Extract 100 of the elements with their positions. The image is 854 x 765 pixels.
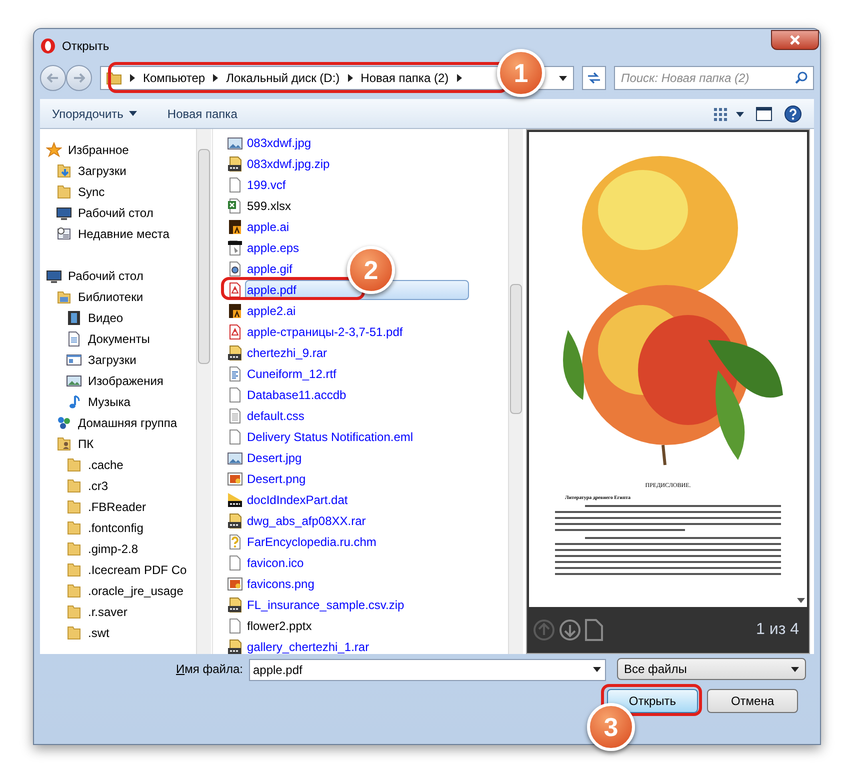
nav-item[interactable]: .swt xyxy=(88,624,110,642)
file-item[interactable]: 199.vcf xyxy=(245,174,287,194)
pdf-file-icon xyxy=(227,282,243,298)
preview-pane-icon[interactable] xyxy=(756,106,772,120)
nav-item[interactable]: Изображения xyxy=(88,372,164,390)
refresh-button[interactable] xyxy=(582,66,606,90)
file-item[interactable]: apple.eps xyxy=(245,238,300,258)
nav-item[interactable]: .Icecream PDF Co xyxy=(88,560,187,578)
file-item[interactable]: docIdIndexPart.dat xyxy=(245,490,349,510)
picture-icon xyxy=(66,372,82,388)
folder-icon xyxy=(66,478,82,494)
png-image-icon xyxy=(227,576,243,592)
file-type-dropdown[interactable]: Все файлы xyxy=(616,658,806,680)
rar-archive-icon xyxy=(227,512,243,528)
file-item[interactable]: apple2.ai xyxy=(245,300,297,320)
help-file-icon xyxy=(227,534,243,550)
file-item[interactable]: 083xdwf.jpg.zip xyxy=(245,154,331,174)
nav-item[interactable]: .oracle_jre_usage xyxy=(88,582,184,600)
page-counter: 1 из 4 xyxy=(756,620,799,640)
nav-item[interactable]: .gimp-2.8 xyxy=(88,540,138,558)
nav-item[interactable]: Рабочий стол xyxy=(78,204,154,222)
dropdown-arrow-icon xyxy=(559,76,567,80)
spreadsheet-file-icon xyxy=(227,198,243,214)
breadcrumb[interactable]: Локальный диск (D:) xyxy=(226,69,340,87)
nav-item[interactable]: Sync xyxy=(78,182,105,200)
folder-icon xyxy=(66,498,82,514)
user-folder-icon xyxy=(56,436,72,452)
breadcrumb-arrow-icon xyxy=(130,74,135,82)
file-item[interactable]: favicons.png xyxy=(245,574,316,594)
homegroup-icon xyxy=(56,414,72,430)
file-item[interactable]: Database11.accdb xyxy=(245,384,348,404)
nav-item[interactable]: Загрузки xyxy=(78,162,126,180)
file-item[interactable]: Cuneiform_12.rtf xyxy=(245,364,338,384)
file-item[interactable]: FL_insurance_sample.csv.zip xyxy=(245,594,406,614)
close-button[interactable] xyxy=(771,30,819,50)
file-item[interactable]: default.css xyxy=(245,406,306,426)
file-item[interactable]: Desert.png xyxy=(245,468,307,488)
file-name-field[interactable]: apple.pdf xyxy=(248,659,606,681)
file-item[interactable]: apple.gif xyxy=(245,258,294,278)
nav-item[interactable]: Музыка xyxy=(88,392,130,410)
view-options-icon[interactable] xyxy=(714,106,744,120)
file-item[interactable]: apple-страницы-2-3,7-51.pdf xyxy=(245,322,404,342)
file-item[interactable]: Desert.jpg xyxy=(245,448,303,468)
pdf-file-icon xyxy=(227,324,243,340)
dropdown-arrow-icon xyxy=(790,666,799,672)
file-icon xyxy=(227,386,243,402)
scrollbar[interactable] xyxy=(508,129,523,654)
file-item[interactable]: apple.ai xyxy=(245,216,290,236)
folder-icon xyxy=(56,184,72,200)
page-icon[interactable] xyxy=(585,619,603,641)
nav-item[interactable]: .cache xyxy=(88,456,124,474)
file-icon xyxy=(227,176,243,192)
zip-archive-icon xyxy=(227,596,243,612)
new-folder-button[interactable]: Новая папка xyxy=(167,104,238,122)
breadcrumb[interactable]: Компьютер xyxy=(143,69,206,87)
help-icon[interactable] xyxy=(784,104,802,122)
nav-item[interactable]: Избранное xyxy=(68,140,129,158)
scrollbar[interactable] xyxy=(196,129,211,654)
forward-button[interactable] xyxy=(66,65,92,91)
library-icon xyxy=(56,288,72,304)
nav-item[interactable]: Домашняя группа xyxy=(78,414,178,432)
scrollbar-thumb[interactable] xyxy=(198,149,210,364)
monitor-icon xyxy=(56,204,72,220)
nav-item[interactable]: Видео xyxy=(88,308,124,326)
nav-item[interactable]: .cr3 xyxy=(88,476,108,494)
file-item[interactable]: gallery_chertezhi_1.rar xyxy=(245,636,370,654)
next-page-icon[interactable] xyxy=(559,619,581,641)
download-folder-icon xyxy=(56,162,72,178)
previous-page-icon[interactable] xyxy=(533,619,555,641)
folder-icon xyxy=(66,520,82,536)
file-item[interactable]: 083xdwf.jpg xyxy=(245,132,312,152)
nav-item[interactable]: .fontconfig xyxy=(88,518,144,536)
nav-item[interactable]: Документы xyxy=(88,330,150,348)
scroll-down-arrow-icon[interactable] xyxy=(797,598,805,603)
file-item[interactable]: chertezhi_9.rar xyxy=(245,342,328,362)
organize-menu-button[interactable]: Упорядочить xyxy=(52,104,138,122)
nav-item[interactable]: ПК xyxy=(78,434,94,452)
search-field[interactable]: Поиск: Новая папка (2) xyxy=(614,66,814,90)
nav-item[interactable]: Рабочий стол xyxy=(68,266,144,284)
nav-item[interactable]: .r.saver xyxy=(88,602,128,620)
back-button[interactable] xyxy=(40,65,66,91)
file-item[interactable]: 599.xlsx xyxy=(245,196,292,216)
file-item[interactable]: Delivery Status Notification.eml xyxy=(245,426,414,446)
rar-archive-icon xyxy=(227,344,243,360)
cancel-button[interactable]: Отмена xyxy=(707,689,798,713)
nav-item[interactable]: Недавние места xyxy=(78,224,170,242)
rtf-file-icon xyxy=(227,366,243,382)
file-item[interactable]: dwg_abs_afp08XX.rar xyxy=(245,510,367,530)
document-icon xyxy=(66,330,82,346)
eps-file-icon xyxy=(227,240,243,256)
nav-item[interactable]: Загрузки xyxy=(88,350,136,368)
nav-item[interactable]: .FBReader xyxy=(88,498,146,516)
image-file-icon xyxy=(227,134,243,150)
nav-item[interactable]: Библиотеки xyxy=(78,288,144,306)
file-item[interactable]: FarEncyclopedia.ru.chm xyxy=(245,532,378,552)
file-item[interactable]: flower2.pptx xyxy=(245,616,313,636)
folder-icon xyxy=(66,456,82,472)
file-item[interactable]: favicon.ico xyxy=(245,552,305,572)
breadcrumb[interactable]: Новая папка (2) xyxy=(360,69,449,87)
scrollbar-thumb[interactable] xyxy=(510,284,522,414)
